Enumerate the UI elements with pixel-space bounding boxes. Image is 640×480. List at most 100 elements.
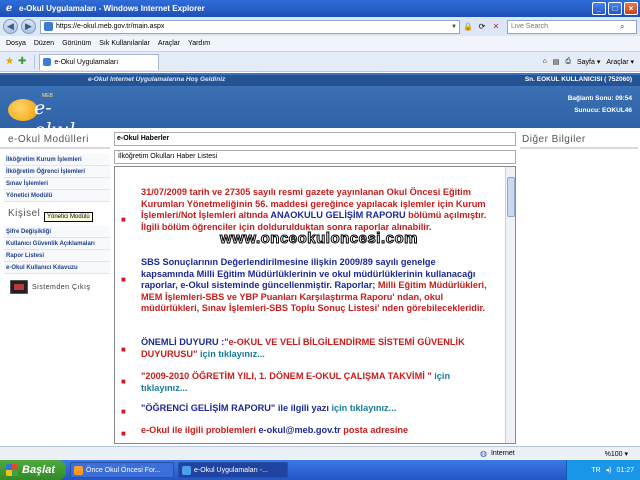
sidebar-item-kilavuz[interactable]: e-Okul Kullanıcı Kılavuzu: [4, 262, 110, 274]
news-subheader: İlköğretim Okulları Haber Listesi: [114, 150, 516, 164]
tab-e-okul[interactable]: e-Okul Uygulamaları: [39, 53, 160, 70]
sidebar-item-rapor[interactable]: Rapor Listesi: [4, 250, 110, 262]
news5-link[interactable]: için tıklayınız...: [329, 403, 396, 413]
computer-icon: [10, 280, 28, 294]
e-okul-logo: MEB e-okul: [6, 83, 88, 141]
news4-main[interactable]: "2009-2010 ÖĞRETİM YILI, 1. DÖNEM E-OKUL…: [141, 371, 432, 381]
address-dropdown-icon[interactable]: ▼: [449, 24, 459, 30]
tab-label: e-Okul Uygulamaları: [54, 58, 119, 66]
volume-icon[interactable]: ◂): [606, 466, 612, 474]
taskbar-item-ie[interactable]: e-Okul Uygulamaları -...: [178, 462, 288, 478]
modules-title: e-Okul Modülleri: [8, 134, 89, 145]
close-button[interactable]: ×: [624, 2, 638, 15]
sidebar-item-kurum[interactable]: İlköğretim Kurum İşlemleri: [4, 154, 110, 166]
news-item-takvim[interactable]: "2009-2010 ÖĞRETİM YILI, 1. DÖNEM E-OKUL…: [141, 371, 487, 394]
news3-lead: ÖNEMLİ DUYURU :: [141, 337, 225, 347]
windows-flag-icon: [6, 464, 18, 476]
news-item-gelisim[interactable]: "ÖĞRENCİ GELİŞİM RAPORU" ile ilgili yazı…: [141, 403, 487, 415]
portal-header: e-Okul Internet Uygulamalarına Hoş Geldi…: [0, 73, 640, 141]
page-icon: [44, 22, 53, 31]
logout-label: Sistemden Çıkış: [32, 283, 91, 291]
sidebar-item-ogrenci[interactable]: İlköğretim Öğrenci İşlemleri: [4, 166, 110, 178]
stop-icon[interactable]: ✕: [490, 21, 502, 33]
globe-icon: ◍: [480, 449, 487, 458]
address-bar[interactable]: https://e-okul.meb.gov.tr/main.aspx ▼: [40, 19, 460, 34]
sidebar-item-sifre[interactable]: Şifre Değişikliği: [4, 226, 110, 238]
news6-text-b: posta adresine: [340, 425, 409, 435]
news6-text-a: e-Okul ile ilgili problemleri: [141, 425, 259, 435]
add-favorites-icon[interactable]: ✚: [18, 56, 26, 67]
firefox-icon: [74, 465, 83, 475]
language-indicator[interactable]: TR: [591, 467, 600, 474]
lock-icon[interactable]: 🔒: [462, 21, 474, 33]
command-bar: ⌂ ▤ ⎙ Sayfa ▾ Araçlar ▾: [537, 58, 634, 66]
menu-bar: Dosya Düzen Görünüm Sık Kullanılanlar Ar…: [0, 36, 640, 52]
news6-email[interactable]: e-okul@meb.gov.tr: [258, 425, 340, 435]
logout-link[interactable]: Sistemden Çıkış: [10, 280, 90, 294]
news-scrollbar[interactable]: [505, 167, 515, 443]
live-search-input[interactable]: [508, 23, 620, 30]
welcome-text: e-Okul Internet Uygulamalarına Hoş Geldi…: [88, 76, 226, 83]
zoom-level[interactable]: %100 ▾: [605, 450, 628, 458]
start-button[interactable]: Başlat: [0, 460, 66, 480]
news-header: e-Okul Haberler: [114, 132, 516, 146]
news5-main[interactable]: "ÖĞRENCİ GELİŞİM RAPORU" ile ilgili yazı: [141, 403, 329, 413]
clock[interactable]: 01:27: [616, 467, 634, 474]
watermark: www.onceokuloncesi.com: [220, 230, 419, 248]
news-item-duyuru[interactable]: ÖNEMLİ DUYURU :"e-OKUL VE VELİ BİLGİLEND…: [141, 337, 487, 360]
news-item-iletisim: e-Okul ile ilgili problemleri e-okul@meb…: [141, 425, 487, 437]
menu-gorunum[interactable]: Görünüm: [62, 40, 91, 47]
news1-link[interactable]: ANAOKULU GELİŞİM RAPORU: [270, 210, 405, 220]
forward-arrow-icon[interactable]: ▶: [21, 19, 36, 34]
refresh-icon[interactable]: ⟳: [476, 21, 488, 33]
bullet-icon: ■: [121, 407, 126, 416]
search-icon[interactable]: ⌕: [620, 22, 624, 32]
menu-yardim[interactable]: Yardım: [188, 40, 210, 47]
bullet-icon: ■: [121, 275, 126, 284]
tooltip: Yönetici Modülü: [44, 212, 93, 222]
page-menu[interactable]: Sayfa ▾: [577, 58, 600, 66]
favorites-star-icon[interactable]: ★: [5, 56, 14, 67]
bullet-icon: ■: [121, 429, 126, 438]
start-label: Başlat: [22, 464, 56, 476]
connection-end: Bağlantı Sonu: 09:54: [567, 95, 632, 102]
other-info-rule: [520, 147, 638, 149]
news-panel: ■ 31/07/2009 tarih ve 27305 sayılı resmi…: [114, 166, 516, 444]
minimize-button[interactable]: _: [592, 2, 606, 15]
address-row: ◀ ▶ https://e-okul.meb.gov.tr/main.aspx …: [0, 17, 640, 36]
user-name: Sn. EOKUL KULLANICISI ( 752060): [524, 76, 632, 83]
scrollbar-thumb[interactable]: [507, 177, 515, 217]
menu-dosya[interactable]: Dosya: [6, 40, 26, 47]
sidebar-item-sinav[interactable]: Sınav İşlemleri: [4, 178, 110, 190]
window-titlebar: ℯ e-Okul Uygulamaları - Windows Internet…: [0, 0, 640, 17]
bullet-icon: ■: [121, 215, 126, 224]
menu-sik-kullanilanlar[interactable]: Sık Kullanılanlar: [99, 40, 150, 47]
bullet-icon: ■: [121, 377, 126, 386]
bullet-icon: ■: [121, 345, 126, 354]
other-info-title: Diğer Bilgiler: [522, 134, 586, 145]
task-label: Önce Okul Öncesi For...: [86, 466, 161, 474]
tab-separator: [34, 54, 36, 69]
taskbar-item-firefox[interactable]: Önce Okul Öncesi For...: [70, 462, 174, 478]
news3-link[interactable]: için tıklayınız...: [197, 349, 265, 359]
sidebar-item-guvenlik[interactable]: Kullanıcı Güvenlik Açıklamaları: [4, 238, 110, 250]
tools-menu[interactable]: Araçlar ▾: [606, 58, 634, 66]
news-item-sbs: SBS Sonuçlarının Değerlendirilmesine ili…: [141, 257, 487, 315]
menu-duzen[interactable]: Düzen: [34, 40, 54, 47]
maximize-button[interactable]: □: [608, 2, 622, 15]
address-url[interactable]: https://e-okul.meb.gov.tr/main.aspx: [56, 23, 449, 30]
print-icon[interactable]: ⎙: [565, 58, 571, 66]
server-name: Sunucu: EOKUL46: [574, 107, 632, 114]
security-zone: Internet: [490, 450, 515, 457]
feeds-icon[interactable]: ▤: [553, 58, 560, 66]
back-arrow-icon[interactable]: ◀: [3, 19, 18, 34]
ie-logo-icon: ℯ: [5, 2, 13, 14]
task-label: e-Okul Uygulamaları -...: [194, 466, 268, 474]
sidebar-item-yonetici[interactable]: Yönetici Modülü: [4, 190, 110, 202]
modules-rule: [0, 147, 110, 149]
home-icon[interactable]: ⌂: [543, 58, 547, 65]
menu-araclar[interactable]: Araçlar: [158, 40, 180, 47]
live-search-box[interactable]: ⌕: [507, 19, 637, 34]
tab-row: ★ ✚ e-Okul Uygulamaları ⌂ ▤ ⎙ Sayfa ▾ Ar…: [0, 52, 640, 72]
news-item-anaokulu: 31/07/2009 tarih ve 27305 sayılı resmi g…: [141, 187, 487, 233]
